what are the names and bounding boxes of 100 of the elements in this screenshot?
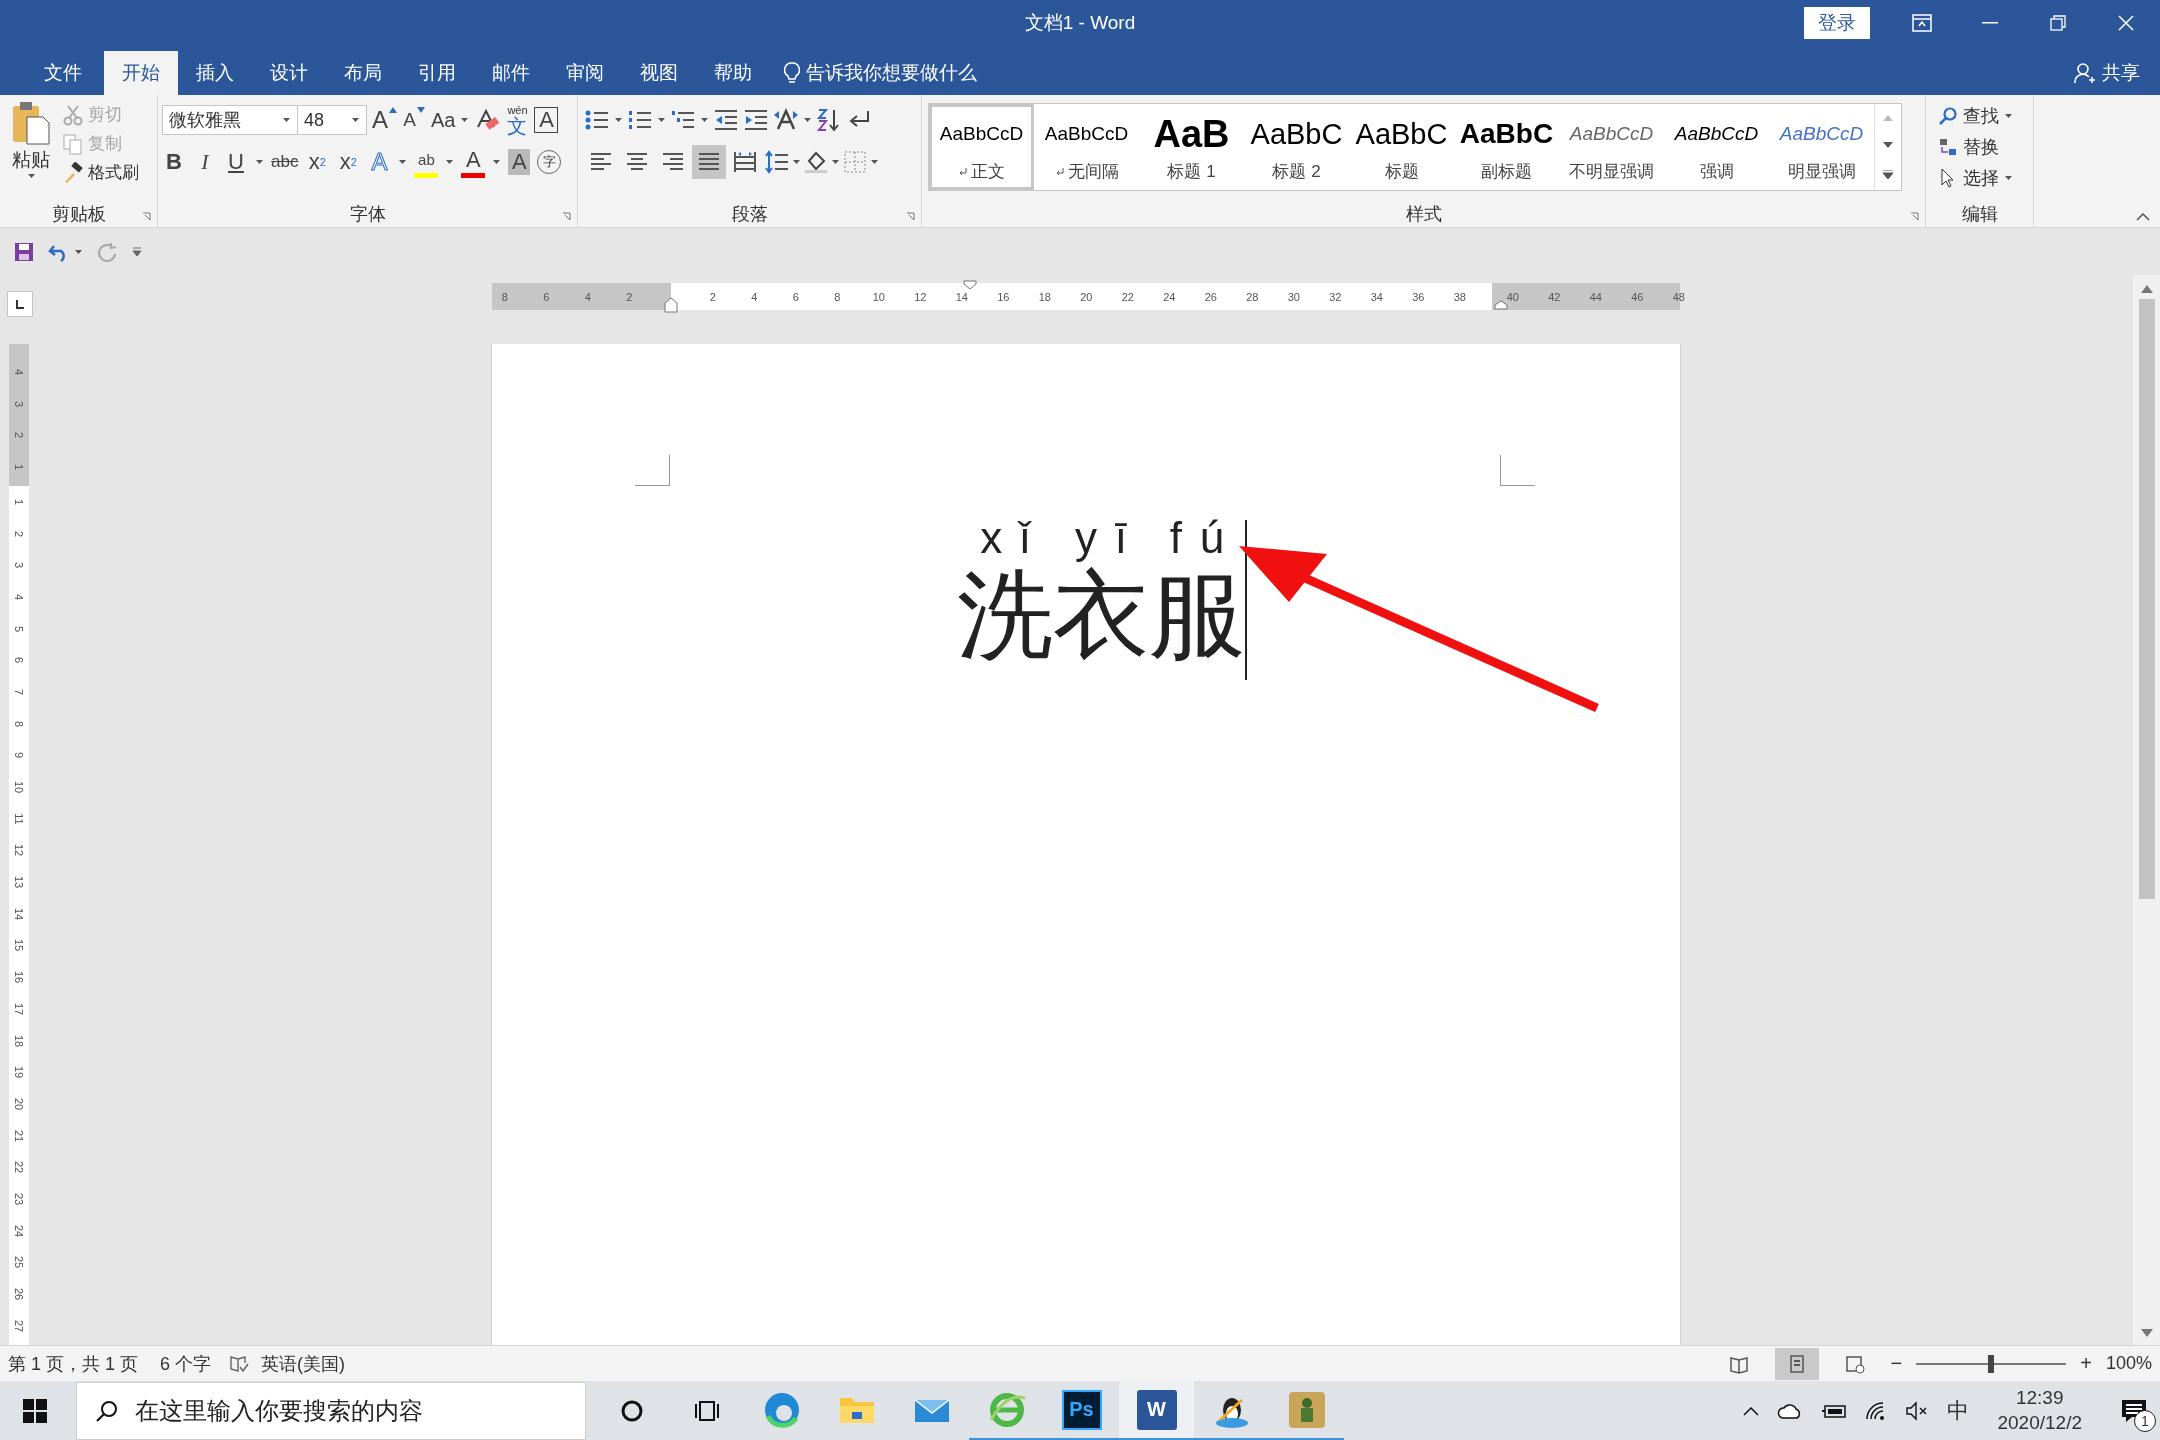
caret-icon[interactable] [460,117,470,123]
word-count[interactable]: 6 个字 [160,1351,212,1376]
style-gallery-item[interactable]: AaBbCcD 强调 [1664,104,1769,190]
editing-command[interactable]: 查找 [1963,104,1999,128]
style-gallery-item[interactable]: AaBbC 标题 [1349,104,1454,190]
bold-button[interactable]: B [162,147,186,177]
decrease-indent-icon[interactable] [713,107,739,133]
first-line-indent-icon[interactable] [963,280,977,290]
caret-icon[interactable] [700,117,709,123]
ribbon-tab[interactable]: 审阅 [548,51,622,95]
language-indicator[interactable]: 英语(美国) [261,1351,346,1376]
ribbon-tab[interactable]: 帮助 [696,51,770,95]
ribbon-display-options-icon[interactable] [1912,13,1932,32]
caret-icon[interactable] [792,159,801,165]
sort-icon[interactable] [816,107,842,133]
style-gallery-item[interactable]: AaBbCcD 不明显强调 [1559,104,1664,190]
caret-icon[interactable] [26,173,36,179]
caret-icon[interactable] [398,159,408,165]
caret-icon[interactable] [445,159,455,165]
caret-icon[interactable] [282,117,291,123]
more-styles-icon[interactable] [1883,170,1893,180]
clock-time[interactable]: 12:39 [2015,1386,2064,1411]
scrollbar-thumb[interactable] [2138,299,2155,899]
tell-me-search[interactable]: 告诉我你想要做什么 [806,60,977,86]
indent-marker-icon[interactable] [664,297,678,313]
ribbon-tab[interactable]: 视图 [622,51,696,95]
input-method-indicator[interactable]: 中 [1947,1396,1970,1426]
caret-icon[interactable] [2004,113,2013,119]
increase-indent-icon[interactable] [743,107,769,133]
ribbon-tab[interactable]: 布局 [326,51,400,95]
circle-icon[interactable] [619,1399,644,1423]
character-shading-button[interactable]: A [508,149,531,175]
caret-icon[interactable] [492,159,502,165]
customize-toolbar-icon[interactable] [131,246,143,257]
clear-format-icon[interactable] [474,107,501,133]
caret-icon[interactable] [657,117,666,123]
taskbar-search-field[interactable]: 在这里输入你要搜索的内容 [76,1382,586,1440]
font-name-field[interactable]: 微软雅黑 [162,105,298,135]
caret-icon[interactable] [803,117,812,123]
ribbon-tab[interactable]: 邮件 [474,51,548,95]
windows-logo-icon[interactable] [22,1398,48,1424]
right-indent-icon[interactable] [1494,300,1508,310]
style-gallery-item[interactable]: AaBbC 标题 2 [1244,104,1349,190]
close-icon[interactable] [2118,14,2134,31]
paint-bucket-icon[interactable] [803,149,829,175]
restore-icon[interactable] [2050,14,2066,31]
save-icon[interactable] [14,241,34,262]
justify-icon[interactable] [692,145,726,179]
print-view-icon[interactable] [1774,1347,1819,1380]
clipboard-command[interactable]: 格式刷 [88,161,139,184]
style-gallery-item[interactable]: AaBbCcD 明显强调 [1769,104,1874,190]
caret-icon[interactable] [2004,175,2013,181]
ribbon-tab[interactable]: 引用 [400,51,474,95]
font-color-button[interactable]: A [461,146,486,178]
line-spacing-icon[interactable] [764,149,790,175]
scroll-down-icon[interactable] [2140,1329,2153,1337]
highlight-button[interactable]: ab [414,146,439,178]
dialog-launcher-icon[interactable] [906,212,915,221]
caret-icon[interactable] [74,248,83,255]
caret-icon[interactable] [831,159,840,165]
ribbon-tab[interactable]: 文件 [26,51,100,95]
character-border-button[interactable]: A [534,107,559,133]
proofing-icon[interactable] [229,1354,250,1373]
clipboard-icon[interactable] [11,101,51,145]
ribbon-tab[interactable]: 设计 [252,51,326,95]
clock-date[interactable]: 2020/12/2 [1997,1411,2082,1436]
superscript-button[interactable]: x$^{2}$ [336,147,361,177]
taskbar-app[interactable]: W [1119,1381,1194,1440]
editing-command[interactable]: 选择 [1963,166,1999,190]
italic-button[interactable]: I [193,147,217,177]
editing-command[interactable]: 替换 [1963,135,1999,159]
scroll-down-icon[interactable] [1883,142,1893,149]
strikethrough-button[interactable]: abc [271,147,299,177]
chevron-up-icon[interactable] [1743,1406,1760,1416]
caret-icon[interactable] [870,159,879,165]
dialog-launcher-icon[interactable] [562,212,571,221]
tab-stop-selector[interactable] [7,291,33,317]
shrink-font-button[interactable]: A [402,105,426,135]
dialog-launcher-icon[interactable] [1910,212,1919,221]
collapse-ribbon-icon[interactable] [2136,213,2150,221]
minimize-icon[interactable] [1982,21,1998,24]
underline-button[interactable]: U [224,147,248,177]
page-count[interactable]: 第 1 页，共 1 页 [8,1351,139,1376]
grow-font-button[interactable]: A [372,105,397,135]
style-gallery-item[interactable]: AaB 标题 1 [1139,104,1244,190]
battery-icon[interactable] [1821,1403,1848,1419]
style-gallery-item[interactable]: AaBbC 副标题 [1454,104,1559,190]
caret-icon[interactable] [255,159,264,165]
login-button[interactable]: 登录 [1804,6,1870,39]
taskbar-app[interactable]: Ps [1044,1381,1119,1440]
dialog-launcher-icon[interactable] [142,212,151,221]
paste-button[interactable]: 粘贴 [12,147,50,173]
style-gallery-item[interactable]: AaBbCcD 无间隔 [1034,104,1139,190]
scroll-up-icon[interactable] [2140,285,2153,293]
zoom-in-button[interactable]: + [2080,1352,2092,1375]
zoom-level[interactable]: 100% [2105,1353,2152,1374]
ribbon-tab[interactable]: 开始 [104,51,178,95]
task-view-icon[interactable] [693,1399,720,1423]
font-size-field[interactable]: 48 [297,105,367,135]
change-case-button[interactable]: Aa [431,105,456,135]
